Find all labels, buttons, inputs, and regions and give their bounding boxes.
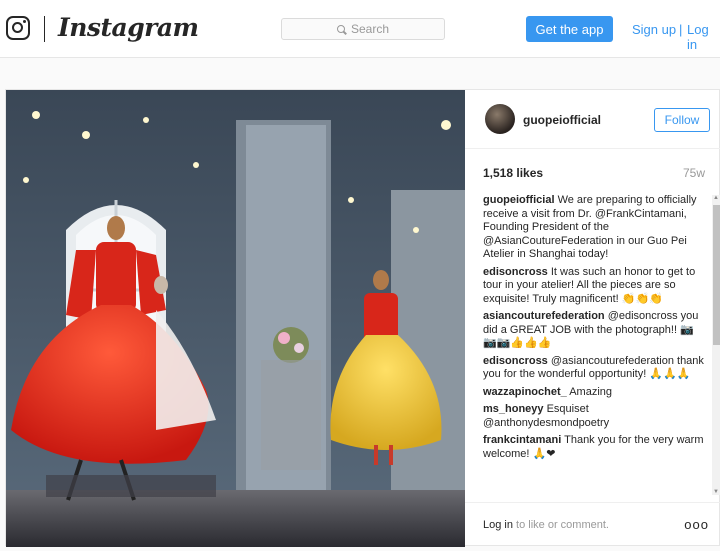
comment-text: Amazing bbox=[569, 385, 612, 398]
post-details-panel: guopeiofficial Follow 1,518 likes 75w gu… bbox=[465, 90, 720, 547]
instagram-wordmark[interactable]: Instagram bbox=[58, 13, 199, 42]
comment-item: edisoncross It was such an honor to get … bbox=[483, 266, 707, 307]
post-age[interactable]: 75w bbox=[683, 166, 705, 180]
scroll-down-arrow-icon[interactable]: ▼ bbox=[713, 489, 719, 495]
avatar[interactable] bbox=[485, 104, 515, 134]
post-card: guopeiofficial Follow 1,518 likes 75w gu… bbox=[5, 89, 720, 547]
post-author-username[interactable]: guopeiofficial bbox=[523, 113, 601, 127]
comment-username[interactable]: asiancouturefederation bbox=[483, 310, 605, 322]
comment-item: asiancouturefederation @edisoncross you … bbox=[483, 310, 707, 351]
comment-username[interactable]: frankcintamani bbox=[483, 434, 561, 446]
login-link[interactable]: Log in bbox=[687, 22, 720, 52]
comment-username[interactable]: edisoncross bbox=[483, 355, 548, 367]
search-input[interactable]: Search bbox=[281, 18, 445, 40]
post-photo-illustration bbox=[6, 90, 465, 547]
signup-link[interactable]: Sign up bbox=[632, 22, 676, 37]
post-photo[interactable] bbox=[6, 90, 465, 547]
comment-username[interactable]: ms_honeyy bbox=[483, 403, 544, 415]
comment-username[interactable]: guopeiofficial bbox=[483, 194, 555, 206]
comment-item: ms_honeyy Esquiset @anthonydesmondpoetry bbox=[483, 403, 707, 430]
post-header: guopeiofficial Follow bbox=[465, 90, 720, 149]
comments-scrollbar[interactable]: ▲ ▼ bbox=[712, 195, 720, 495]
nav-separator: | bbox=[679, 22, 683, 37]
comment-item: wazzapinochet_ Amazing bbox=[483, 386, 707, 400]
likes-count[interactable]: 1,518 likes bbox=[483, 166, 543, 180]
comment-item: frankcintamani Thank you for the very wa… bbox=[483, 434, 707, 461]
login-prompt: Log in to like or comment. bbox=[483, 519, 609, 531]
comment-username[interactable]: edisoncross bbox=[483, 266, 548, 278]
login-prompt-text: to like or comment. bbox=[512, 519, 609, 531]
footer-login-link[interactable]: Log in bbox=[483, 519, 513, 531]
comment-username[interactable]: wazzapinochet_ bbox=[483, 386, 567, 398]
instagram-camera-icon[interactable] bbox=[6, 16, 30, 40]
scroll-up-arrow-icon[interactable]: ▲ bbox=[713, 195, 719, 201]
follow-button[interactable]: Follow bbox=[654, 108, 710, 132]
comment-item: guopeiofficial We are preparing to offic… bbox=[483, 194, 707, 262]
comments-list[interactable]: guopeiofficial We are preparing to offic… bbox=[483, 194, 707, 496]
logo-divider bbox=[44, 16, 45, 42]
post-footer: Log in to like or comment. ooo bbox=[465, 502, 720, 547]
get-the-app-button[interactable]: Get the app bbox=[526, 16, 613, 42]
comment-item: edisoncross @asiancouturefederation than… bbox=[483, 355, 707, 382]
top-nav: Instagram Search Get the app Sign up | L… bbox=[0, 0, 720, 58]
more-options-icon[interactable]: ooo bbox=[684, 517, 709, 532]
scrollbar-thumb[interactable] bbox=[713, 205, 720, 345]
search-icon bbox=[336, 24, 346, 34]
search-placeholder: Search bbox=[350, 22, 390, 36]
